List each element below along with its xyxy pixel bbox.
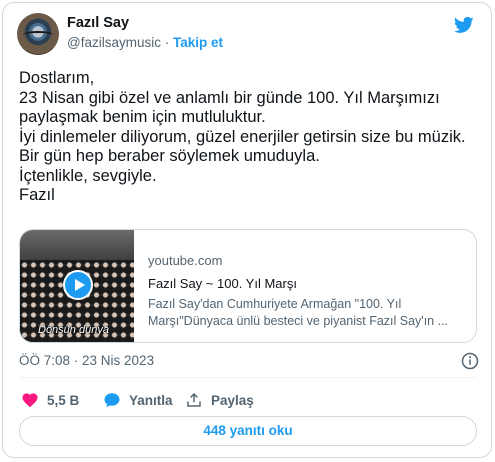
author-handle[interactable]: @fazilsaymusic — [67, 35, 161, 50]
reply-bubble-icon — [104, 393, 120, 408]
share-label: Paylaş — [211, 392, 254, 408]
reply-button[interactable]: Yanıtla — [103, 389, 173, 411]
twitter-bird-icon[interactable] — [453, 15, 475, 35]
heart-icon — [22, 393, 38, 408]
reply-label: Yanıtla — [129, 392, 173, 408]
play-icon[interactable] — [63, 270, 93, 300]
link-title: Fazıl Say ~ 100. Yıl Marşı — [148, 276, 297, 291]
link-domain: youtube.com — [148, 253, 223, 268]
follow-button[interactable]: Takip et — [173, 35, 223, 50]
thumbnail-caption: Dönsün dünya — [38, 324, 109, 336]
like-button[interactable]: 5,5 B — [21, 389, 79, 411]
avatar[interactable] — [17, 13, 59, 55]
share-icon — [187, 392, 201, 407]
info-icon[interactable] — [461, 352, 479, 370]
video-thumbnail[interactable]: Dönsün dünya — [20, 230, 134, 342]
tweet-actions: 5,5 B Yanıtla Paylaş — [19, 389, 477, 411]
share-button[interactable]: Paylaş — [185, 389, 254, 411]
tweet-card: Fazıl Say @fazilsaymusic · Takip et Dost… — [2, 2, 492, 458]
like-count: 5,5 B — [47, 392, 80, 408]
author-name[interactable]: Fazıl Say — [67, 15, 129, 31]
link-description: Fazıl Say'dan Cumhuriyete Armağan "100. … — [148, 297, 449, 328]
tweet-header: Fazıl Say @fazilsaymusic · Takip et — [17, 13, 477, 57]
divider — [19, 377, 477, 378]
youtube-link-card[interactable]: Dönsün dünya youtube.com Fazıl Say ~ 100… — [19, 229, 477, 343]
separator-dot: · — [164, 35, 170, 50]
read-replies-button[interactable]: 448 yanıtı oku — [19, 416, 477, 446]
tweet-timestamp[interactable]: ÖÖ 7:08 · 23 Nis 2023 — [19, 353, 154, 368]
author-handle-row: @fazilsaymusic · Takip et — [67, 35, 223, 50]
tweet-text: Dostlarım, 23 Nisan gibi özel ve anlamlı… — [19, 69, 466, 204]
